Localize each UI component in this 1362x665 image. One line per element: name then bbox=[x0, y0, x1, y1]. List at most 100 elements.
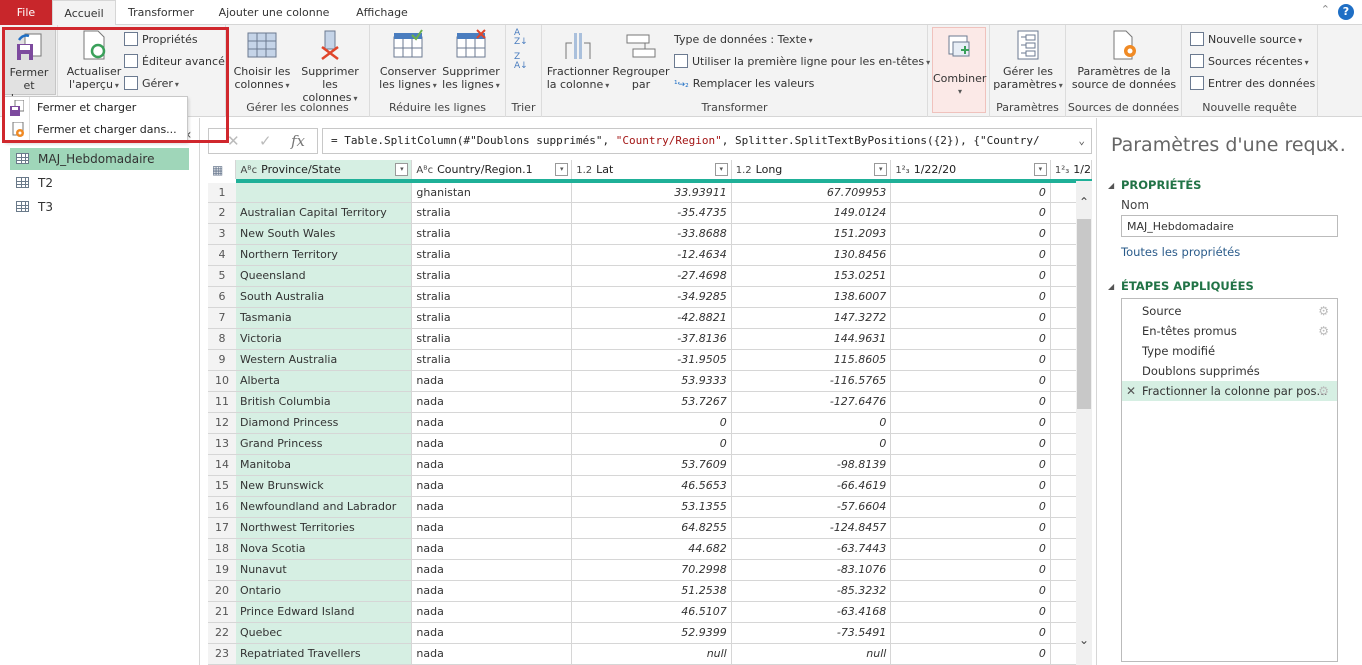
table-cell[interactable]: South Australia bbox=[235, 286, 413, 308]
table-cell[interactable]: stralia bbox=[411, 286, 573, 308]
table-cell[interactable]: -37.8136 bbox=[571, 328, 732, 350]
row-number[interactable]: 4 bbox=[208, 244, 236, 266]
filter-dropdown-icon[interactable]: ▾ bbox=[1033, 163, 1047, 176]
column-type-icon[interactable]: 1.2 bbox=[736, 165, 752, 176]
column-header[interactable]: Aᴮᴄ Country/Region.1 ▾ bbox=[411, 160, 573, 183]
column-header[interactable]: 1.2 Long ▾ bbox=[731, 160, 892, 183]
table-cell[interactable]: Nunavut bbox=[235, 559, 413, 581]
table-cell[interactable]: ghanistan bbox=[411, 181, 573, 203]
column-type-icon[interactable]: 1²₃ bbox=[1055, 165, 1069, 176]
column-type-icon[interactable]: Aᴮᴄ bbox=[240, 165, 257, 176]
row-number[interactable]: 8 bbox=[208, 328, 236, 350]
table-cell[interactable]: -63.7443 bbox=[731, 538, 892, 560]
enter-data-button[interactable]: Entrer des données bbox=[1190, 74, 1315, 94]
table-cell[interactable]: 0 bbox=[890, 433, 1051, 455]
table-cell[interactable]: British Columbia bbox=[235, 391, 413, 413]
new-source-button[interactable]: Nouvelle source ▾ bbox=[1190, 30, 1302, 50]
formula-input[interactable]: = Table.SplitColumn(#"Doublons supprimés… bbox=[322, 128, 1092, 154]
table-cell[interactable]: nada bbox=[411, 559, 573, 581]
table-cell[interactable]: -31.9505 bbox=[571, 349, 732, 371]
row-number[interactable]: 11 bbox=[208, 391, 236, 413]
table-cell[interactable]: 0 bbox=[890, 265, 1051, 287]
table-cell[interactable]: 53.7609 bbox=[571, 454, 732, 476]
query-item[interactable]: MAJ_Hebdomadaire bbox=[10, 148, 189, 170]
table-cell[interactable]: -124.8457 bbox=[731, 517, 892, 539]
applied-step[interactable]: ✕ Fractionner la colonne par pos... ⚙ bbox=[1122, 381, 1337, 401]
table-cell[interactable]: -98.8139 bbox=[731, 454, 892, 476]
table-cell[interactable]: 52.9399 bbox=[571, 622, 732, 644]
table-cell[interactable]: Ontario bbox=[235, 580, 413, 602]
table-cell[interactable]: New Brunswick bbox=[235, 475, 413, 497]
gear-icon[interactable]: ⚙ bbox=[1318, 321, 1329, 341]
table-cell[interactable]: 0 bbox=[890, 181, 1051, 203]
table-cell[interactable]: nada bbox=[411, 538, 573, 560]
table-cell[interactable]: 0 bbox=[890, 517, 1051, 539]
table-cell[interactable]: stralia bbox=[411, 307, 573, 329]
table-cell[interactable]: 0 bbox=[890, 223, 1051, 245]
split-column-button[interactable]: Fractionner la colonne ▾ bbox=[546, 29, 610, 92]
table-cell[interactable]: New South Wales bbox=[235, 223, 413, 245]
table-cell[interactable]: 70.2998 bbox=[571, 559, 732, 581]
filter-dropdown-icon[interactable]: ▾ bbox=[395, 163, 409, 176]
choose-columns-button[interactable]: Choisir les colonnes ▾ bbox=[232, 29, 292, 92]
menu-item-close-and-load[interactable]: Fermer et charger bbox=[5, 97, 187, 119]
table-cell[interactable]: 153.0251 bbox=[731, 265, 892, 287]
tab-affichage[interactable]: Affichage bbox=[346, 0, 418, 25]
table-cell[interactable]: 53.1355 bbox=[571, 496, 732, 518]
table-cell[interactable]: nada bbox=[411, 391, 573, 413]
table-cell[interactable]: 46.5653 bbox=[571, 475, 732, 497]
table-cell[interactable]: -57.6604 bbox=[731, 496, 892, 518]
row-number[interactable]: 19 bbox=[208, 559, 236, 581]
applied-step[interactable]: Doublons supprimés bbox=[1122, 361, 1337, 381]
table-cell[interactable]: Western Australia bbox=[235, 349, 413, 371]
column-header[interactable]: 1.2 Lat ▾ bbox=[571, 160, 732, 183]
row-number[interactable]: 7 bbox=[208, 307, 236, 329]
tab-accueil[interactable]: Accueil bbox=[52, 0, 116, 26]
table-cell[interactable]: nada bbox=[411, 643, 573, 665]
table-cell[interactable]: Quebec bbox=[235, 622, 413, 644]
table-cell[interactable]: Victoria bbox=[235, 328, 413, 350]
table-cell[interactable]: null bbox=[571, 643, 732, 665]
cancel-formula-icon[interactable]: ✕ bbox=[227, 132, 240, 150]
row-number[interactable]: 3 bbox=[208, 223, 236, 245]
table-cell[interactable]: 0 bbox=[890, 370, 1051, 392]
table-cell[interactable]: Diamond Princess bbox=[235, 412, 413, 434]
table-cell[interactable]: 0 bbox=[890, 244, 1051, 266]
column-header[interactable]: 1²₃ 1/2 bbox=[1050, 160, 1092, 183]
confirm-formula-icon[interactable]: ✓ bbox=[259, 132, 272, 150]
table-cell[interactable]: stralia bbox=[411, 349, 573, 371]
vertical-scrollbar[interactable]: ⌃ ⌄ bbox=[1076, 181, 1092, 665]
row-number[interactable]: 2 bbox=[208, 202, 236, 224]
table-cell[interactable]: 138.6007 bbox=[731, 286, 892, 308]
column-header[interactable]: 1²₃ 1/22/20 ▾ bbox=[890, 160, 1051, 183]
remove-rows-button[interactable]: Supprimer les lignes ▾ bbox=[440, 29, 502, 92]
data-type-dropdown[interactable]: Type de données : Texte ▾ bbox=[674, 30, 813, 50]
scroll-down-icon[interactable]: ⌄ bbox=[1076, 633, 1092, 647]
row-number[interactable]: 10 bbox=[208, 370, 236, 392]
applied-step[interactable]: En-têtes promus ⚙ bbox=[1122, 321, 1337, 341]
row-number[interactable]: 17 bbox=[208, 517, 236, 539]
table-cell[interactable]: nada bbox=[411, 580, 573, 602]
table-cell[interactable]: 0 bbox=[890, 328, 1051, 350]
table-cell[interactable]: 0 bbox=[571, 433, 732, 455]
advanced-editor-button[interactable]: Éditeur avancé bbox=[124, 52, 225, 72]
row-number[interactable]: 5 bbox=[208, 265, 236, 287]
table-cell[interactable]: Northwest Territories bbox=[235, 517, 413, 539]
tab-transformer[interactable]: Transformer bbox=[120, 0, 202, 25]
table-cell[interactable]: 0 bbox=[890, 391, 1051, 413]
replace-values-button[interactable]: ¹↪₂ Remplacer les valeurs bbox=[674, 74, 814, 94]
table-cell[interactable]: 0 bbox=[890, 286, 1051, 308]
manage-button[interactable]: Gérer ▾ bbox=[124, 74, 179, 94]
table-cell[interactable]: 46.5107 bbox=[571, 601, 732, 623]
row-number[interactable]: 21 bbox=[208, 601, 236, 623]
row-number[interactable]: 13 bbox=[208, 433, 236, 455]
table-cell[interactable]: Manitoba bbox=[235, 454, 413, 476]
table-cell[interactable]: -85.3232 bbox=[731, 580, 892, 602]
column-header[interactable]: Aᴮᴄ Province/State ▾ bbox=[235, 160, 413, 183]
table-cell[interactable]: 0 bbox=[890, 307, 1051, 329]
filter-dropdown-icon[interactable]: ▾ bbox=[874, 163, 888, 176]
table-cell[interactable]: -42.8821 bbox=[571, 307, 732, 329]
table-cell[interactable]: Northern Territory bbox=[235, 244, 413, 266]
table-cell[interactable]: 0 bbox=[890, 643, 1051, 665]
table-cell[interactable]: 33.93911 bbox=[571, 181, 732, 203]
